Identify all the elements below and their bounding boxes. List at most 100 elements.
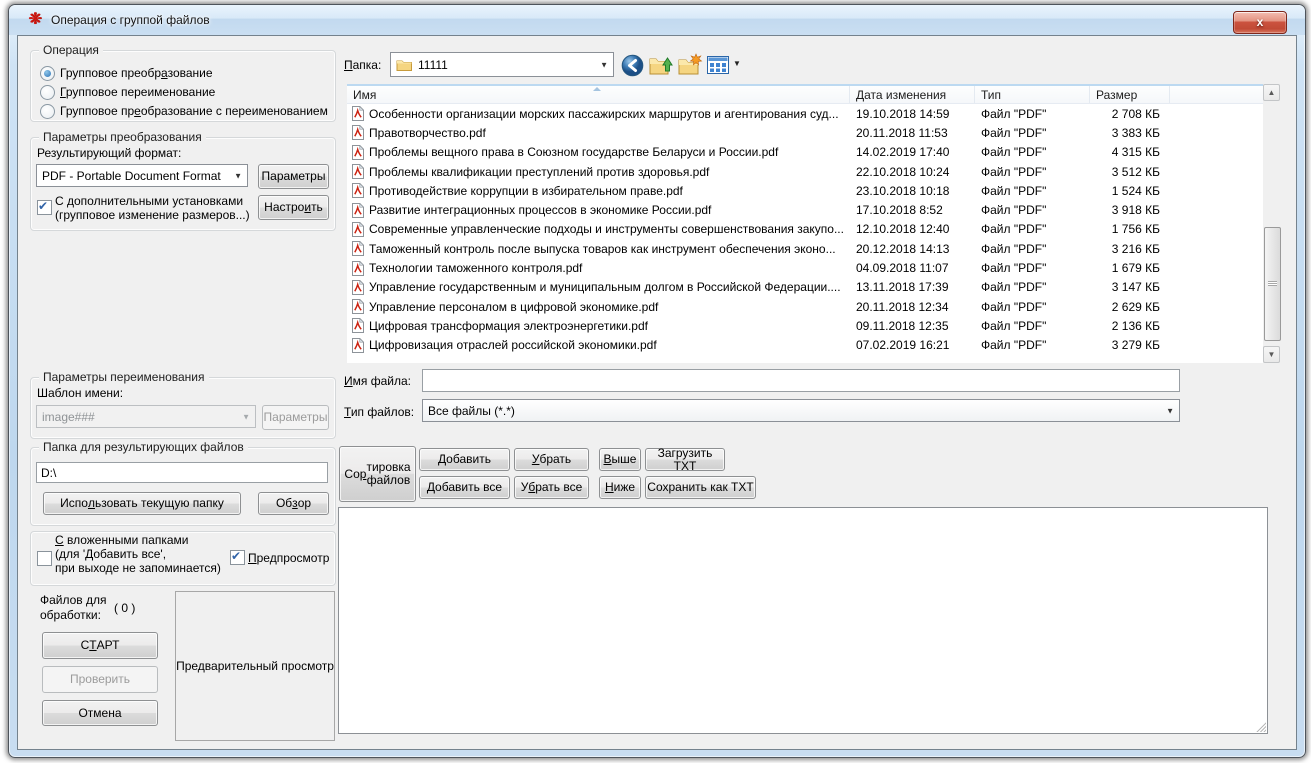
window-title: Операция с группой файлов [51,13,210,27]
file-list: Имя Дата изменения Тип Размер Особенност… [347,84,1281,363]
pdf-file-icon [352,337,364,353]
pdf-file-icon [352,241,364,257]
file-name-text: Развитие интеграционных процессов в экон… [369,203,712,218]
preview-panel-label: Предварительный просмотр [176,659,334,673]
file-row[interactable]: Цифровая трансформация электроэнергетики… [347,316,1263,335]
file-row[interactable]: Развитие интеграционных процессов в экон… [347,200,1263,219]
dialog-window: ❋ Операция с группой файлов x Операция Г… [8,4,1306,758]
file-row[interactable]: Современные управленческие подходы и инс… [347,220,1263,239]
views-caret-icon[interactable]: ▼ [733,59,741,68]
format-params-button[interactable]: Параметры [258,164,329,189]
file-type-cell: Файл "PDF" [981,203,1047,218]
pdf-file-icon [352,183,364,199]
start-button[interactable]: С Т АРТ [42,632,158,659]
file-row[interactable]: Управление персоналом в цифровой экономи… [347,297,1263,316]
chevron-down-icon[interactable]: ▼ [1166,406,1174,415]
pdf-file-icon [352,144,364,160]
file-date-cell: 20.11.2018 11:53 [856,125,948,140]
resize-grip[interactable] [1253,719,1266,732]
file-date-cell: 19.10.2018 14:59 [856,106,950,121]
result-format-combobox[interactable]: PDF - Portable Document Format ▼ [36,164,248,187]
filetype-combobox[interactable]: Все файлы (*.*) ▼ [422,399,1180,422]
remove-all-button[interactable]: Уб рать все [514,476,589,499]
scroll-up-button[interactable]: ▲ [1263,84,1280,101]
configure-button[interactable]: Настро и ть [258,195,329,220]
file-name-text: Технологии таможенного контроля.pdf [369,261,583,276]
back-button[interactable] [621,54,644,77]
include-subfolders-checkbox[interactable] [37,551,52,566]
scroll-down-button[interactable]: ▼ [1263,346,1280,363]
column-header-type[interactable]: Тип [975,86,1090,103]
pdf-file-icon [352,279,364,295]
pdf-file-icon [352,202,364,218]
file-row[interactable]: Цифровизация отраслей российской экономи… [347,336,1263,355]
file-row[interactable]: Проблемы квалификации преступлений проти… [347,162,1263,181]
add-button[interactable]: Добавить [419,448,510,471]
file-list-body: Особенности организации морских пассажир… [347,104,1263,363]
radio-group-conversion-rename-label: Групповое преобразование с переименовани… [60,104,328,118]
file-type-cell: Файл "PDF" [981,222,1047,237]
chevron-down-icon: ▼ [242,412,250,421]
file-size-cell: 3 918 КБ [1111,203,1160,218]
move-up-button[interactable]: Выше [599,448,641,471]
chevron-down-icon[interactable]: ▼ [234,171,242,180]
folder-up-button[interactable] [648,53,674,77]
filetype-label: Тип файлов: [344,405,415,419]
column-header-blank[interactable] [1170,86,1263,103]
radio-group-rename[interactable] [40,85,55,100]
selected-files-listbox[interactable] [338,507,1268,734]
file-row[interactable]: Таможенный контроль после выпуска товаро… [347,239,1263,258]
column-header-size[interactable]: Размер [1090,86,1170,103]
radio-group-conversion-rename[interactable] [40,104,55,119]
file-date-cell: 04.09.2018 11:07 [856,261,949,276]
file-row[interactable]: Правотворчество.pdf 20.11.2018 11:53 Фай… [347,123,1263,142]
file-name-text: Правотворчество.pdf [369,125,486,140]
file-size-cell: 1 679 КБ [1111,261,1160,276]
radio-group-conversion[interactable] [40,66,55,81]
filename-label: Имя файла: [344,374,411,388]
file-type-cell: Файл "PDF" [981,318,1047,333]
screen: ❋ Операция с группой файлов x Операция Г… [0,0,1311,763]
close-button[interactable]: x [1233,11,1287,34]
template-params-button: Параметры [262,405,329,430]
file-type-cell: Файл "PDF" [981,280,1047,295]
folder-combobox[interactable]: 11111 ▼ [390,52,614,77]
files-count-value: ( 0 ) [114,601,136,615]
use-current-folder-button[interactable]: Испо л ьзовать текущую папку [43,492,241,515]
file-row[interactable]: Проблемы вещного права в Союзном государ… [347,143,1263,162]
file-row[interactable]: Противодействие коррупции в избирательно… [347,181,1263,200]
name-template-combobox: image### ▼ [36,405,256,428]
pdf-file-icon [352,106,364,122]
browse-button[interactable]: Об з ор [258,492,329,515]
file-type-cell: Файл "PDF" [981,145,1047,160]
file-type-cell: Файл "PDF" [981,106,1047,121]
file-name-text: Современные управленческие подходы и инс… [369,222,844,237]
load-txt-button[interactable]: Загрузить TXT [645,446,725,472]
file-list-header: Имя Дата изменения Тип Размер [347,84,1263,104]
scrollbar-thumb[interactable] [1264,227,1281,341]
file-list-scrollbar[interactable]: ▲ ▼ [1263,84,1281,363]
output-path-input[interactable] [36,462,328,483]
file-date-cell: 23.10.2018 10:18 [856,183,950,198]
column-header-date[interactable]: Дата изменения [850,86,975,103]
cancel-button[interactable]: Отмена [42,700,158,726]
preview-checkbox[interactable] [230,549,245,565]
views-button[interactable] [706,54,730,76]
move-down-button[interactable]: Ниже [599,476,641,499]
file-row[interactable]: Особенности организации морских пассажир… [347,104,1263,123]
file-type-cell: Файл "PDF" [981,261,1047,276]
remove-button[interactable]: Убрать [514,448,589,471]
file-type-cell: Файл "PDF" [981,183,1047,198]
extra-settings-checkbox[interactable] [37,199,52,215]
save-txt-button[interactable]: Сохранить как TXT [645,476,756,499]
add-all-button[interactable]: Добавить все [419,476,510,499]
dialog-client-area: Операция Групповое преобразование Группо… [17,35,1297,750]
chevron-down-icon[interactable]: ▼ [600,60,608,69]
file-name-cell: Цифровая трансформация электроэнергетики… [347,318,850,334]
file-row[interactable]: Технологии таможенного контроля.pdf 04.0… [347,258,1263,277]
sort-files-button[interactable]: Со р тировка файлов [339,446,416,502]
file-row[interactable]: Управление государственным и муниципальн… [347,278,1263,297]
filename-input[interactable] [422,369,1180,392]
file-name-cell: Цифровизация отраслей российской экономи… [347,337,850,353]
new-folder-button[interactable] [677,53,703,77]
